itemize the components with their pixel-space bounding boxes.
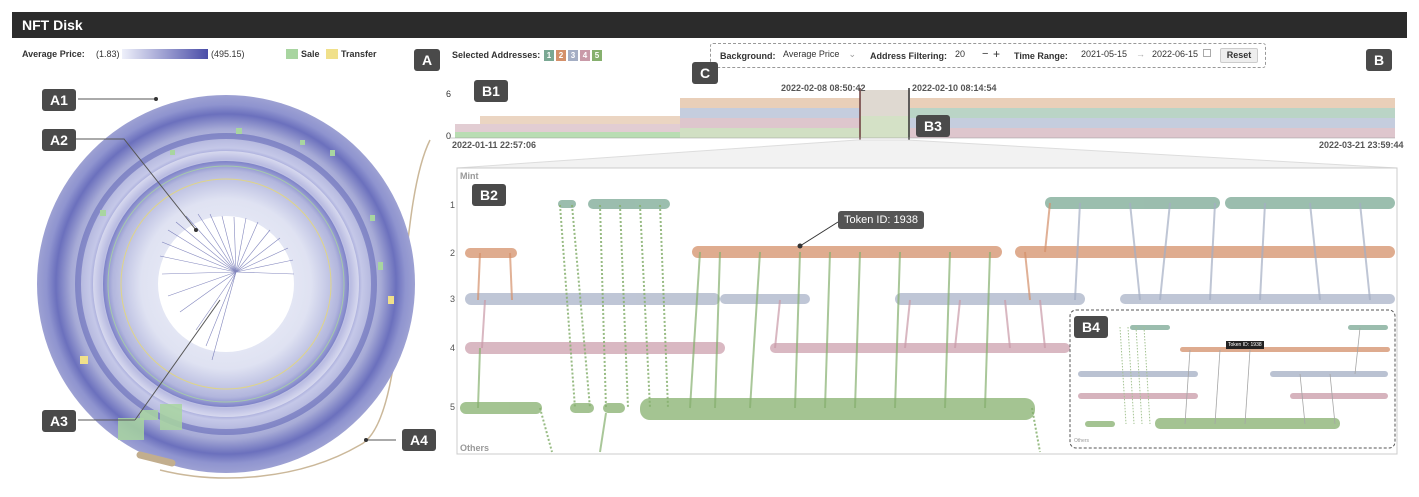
storyline-row-3: [465, 293, 1395, 305]
mini-token-callout: Token ID: 1938: [1226, 341, 1264, 349]
tag-b4: B4: [1074, 316, 1108, 338]
tag-b2: B2: [472, 184, 506, 206]
storyline-row-label-1: 1: [450, 200, 456, 210]
storyline-bottom-label: Others: [460, 443, 490, 453]
token-callout: Token ID: 1938: [838, 211, 924, 229]
storyline-row-label-3: 3: [450, 294, 456, 304]
zoom-wedge: [456, 139, 1398, 169]
storyline-row-label-4: 4: [450, 343, 456, 353]
storyline-row-label-2: 2: [450, 248, 456, 258]
storyline-row-label-5: 5: [450, 402, 456, 412]
storyline-top-label: Mint: [460, 171, 479, 181]
storyline-svg: [456, 139, 1398, 455]
mini-bottom-label: Others: [1074, 438, 1090, 444]
